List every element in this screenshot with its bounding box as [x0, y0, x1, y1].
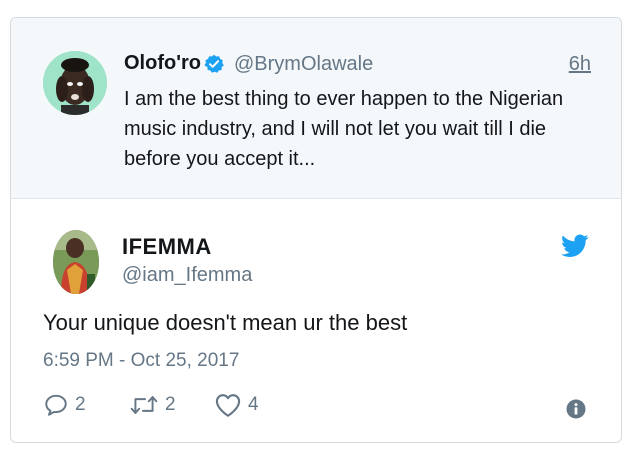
reply-avatar[interactable]	[53, 230, 99, 294]
reply-tweet-text: Your unique doesn't mean ur the best	[43, 310, 408, 335]
retweet-button[interactable]: 2	[129, 391, 176, 419]
avatar-photo-icon	[43, 51, 107, 115]
parent-tweet-text: I am the best thing to ever happen to th…	[124, 88, 564, 170]
parent-avatar[interactable]	[43, 51, 107, 115]
reply-timestamp-link[interactable]: 6:59 PM - Oct 25, 2017	[43, 350, 239, 372]
reply-handle[interactable]: @iam_Ifemma	[122, 264, 252, 287]
parent-display-name[interactable]: Olofo'ro	[124, 52, 201, 75]
retweet-count: 2	[165, 394, 176, 415]
reply-count: 2	[75, 394, 86, 415]
like-button[interactable]: 4	[214, 391, 259, 419]
reply-icon	[45, 394, 67, 416]
heart-icon	[215, 394, 241, 417]
reply-button[interactable]: 2	[43, 391, 86, 419]
avatar-photo-icon	[53, 230, 99, 294]
retweet-icon	[130, 396, 158, 415]
parent-tweet[interactable]: Olofo'ro @BrymOlawale 6h I am the best t…	[11, 18, 621, 199]
tweet-actions: 2 2 4	[43, 391, 593, 419]
embedded-tweet-card: Olofo'ro @BrymOlawale 6h I am the best t…	[10, 17, 622, 443]
like-count: 4	[248, 394, 259, 415]
twitter-bird-icon[interactable]	[561, 234, 589, 258]
reply-display-name[interactable]: IFEMMA	[122, 234, 212, 260]
parent-handle[interactable]: @BrymOlawale	[234, 53, 373, 76]
info-icon[interactable]	[566, 399, 586, 419]
parent-timestamp-link[interactable]: 6h	[569, 53, 591, 76]
verified-badge-icon	[204, 54, 224, 74]
